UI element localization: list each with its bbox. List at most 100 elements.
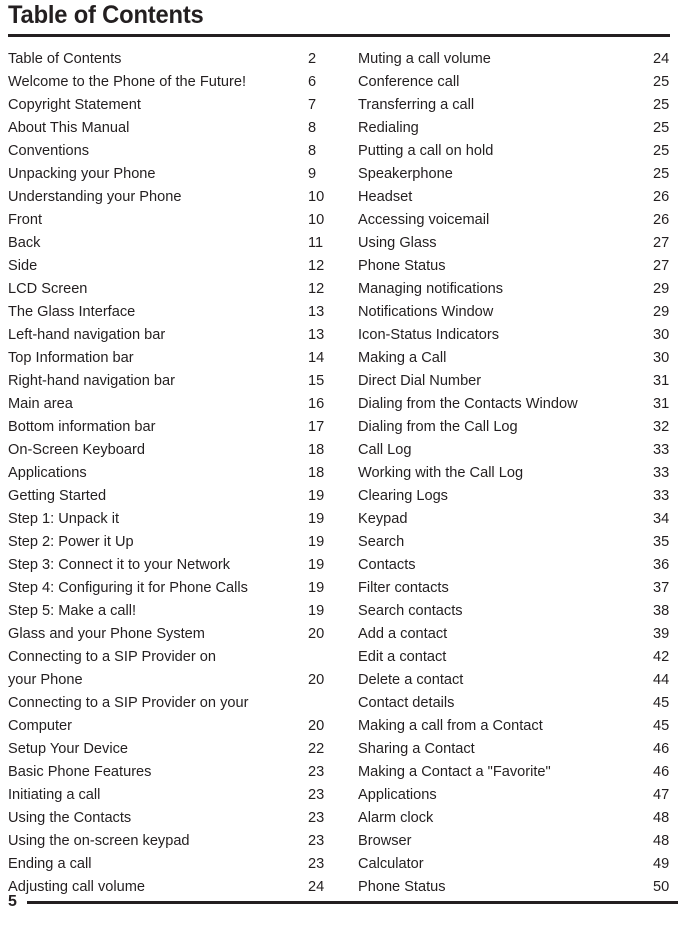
toc-entry[interactable]: Connecting to a SIP Provider on xyxy=(8,645,358,668)
toc-entry[interactable]: Search 35 xyxy=(358,530,670,553)
toc-entry[interactable]: Managing notifications 29 xyxy=(358,277,670,300)
toc-entry[interactable]: Using Glass 27 xyxy=(358,231,670,254)
toc-entry[interactable]: Alarm clock 48 xyxy=(358,806,670,829)
toc-entry[interactable]: Headset 26 xyxy=(358,185,670,208)
toc-entry[interactable]: Setup Your Device 22 xyxy=(8,737,358,760)
toc-entry[interactable]: Glass and your Phone System 20 xyxy=(8,622,358,645)
toc-entry[interactable]: Step 2: Power it Up 19 xyxy=(8,530,358,553)
toc-entry[interactable]: Working with the Call Log 33 xyxy=(358,461,670,484)
toc-entry[interactable]: Welcome to the Phone of the Future! 6 xyxy=(8,70,358,93)
toc-entry[interactable]: Step 5: Make a call! 19 xyxy=(8,599,358,622)
toc-entry-label: Add a contact xyxy=(358,625,448,642)
toc-entry[interactable]: Accessing voicemail 26 xyxy=(358,208,670,231)
toc-entry[interactable]: Dialing from the Call Log 32 xyxy=(358,415,670,438)
toc-entry[interactable]: On-Screen Keyboard 18 xyxy=(8,438,358,461)
toc-entry[interactable]: Step 1: Unpack it 19 xyxy=(8,507,358,530)
toc-entry-label: Edit a contact xyxy=(358,648,447,665)
toc-entry[interactable]: Left-hand navigation bar 13 xyxy=(8,323,358,346)
toc-entry[interactable]: Top Information bar 14 xyxy=(8,346,358,369)
toc-entry-label: Welcome to the Phone of the Future! xyxy=(8,73,247,90)
toc-entry[interactable]: About This Manual 8 xyxy=(8,116,358,139)
toc-entry-page-number: 18 xyxy=(308,441,325,458)
toc-entry[interactable]: Icon-Status Indicators 30 xyxy=(358,323,670,346)
toc-entry[interactable]: Computer 20 xyxy=(8,714,358,737)
toc-entry-page-number: 27 xyxy=(653,234,670,251)
toc-entry[interactable]: Browser 48 xyxy=(358,829,670,852)
toc-entry[interactable]: Add a contact 39 xyxy=(358,622,670,645)
toc-entry-page-number: 31 xyxy=(653,372,670,389)
toc-entry[interactable]: Basic Phone Features 23 xyxy=(8,760,358,783)
toc-entry-label: Using Glass xyxy=(358,234,437,251)
toc-entry[interactable]: Phone Status 27 xyxy=(358,254,670,277)
toc-entry[interactable]: Contact details 45 xyxy=(358,691,670,714)
toc-entry-page-number: 45 xyxy=(653,717,670,734)
toc-entry[interactable]: Call Log 33 xyxy=(358,438,670,461)
toc-entry-page-number: 33 xyxy=(653,441,670,458)
toc-entry-page-number: 23 xyxy=(308,832,325,849)
toc-entry-label: Phone Status xyxy=(358,257,446,274)
toc-entry[interactable]: The Glass Interface 13 xyxy=(8,300,358,323)
toc-entry-label: Computer xyxy=(8,717,73,734)
toc-entry[interactable]: Table of Contents 2 xyxy=(8,47,358,70)
toc-entry-page-number: 25 xyxy=(653,73,670,90)
toc-entry[interactable]: Applications 18 xyxy=(8,461,358,484)
toc-entry[interactable]: Clearing Logs 33 xyxy=(358,484,670,507)
toc-entry-label: Filter contacts xyxy=(358,579,449,596)
toc-entry[interactable]: Step 3: Connect it to your Network 19 xyxy=(8,553,358,576)
toc-entry[interactable]: Speakerphone 25 xyxy=(358,162,670,185)
toc-entry[interactable]: Putting a call on hold 25 xyxy=(358,139,670,162)
toc-entry[interactable]: Using the on-screen keypad 23 xyxy=(8,829,358,852)
toc-entry-page-number: 33 xyxy=(653,487,670,504)
toc-entry[interactable]: Muting a call volume 24 xyxy=(358,47,670,70)
toc-entry[interactable]: Filter contacts 37 xyxy=(358,576,670,599)
toc-entry-label: Copyright Statement xyxy=(8,96,141,113)
toc-entry-page-number: 48 xyxy=(653,809,670,826)
toc-entry[interactable]: Calculator 49 xyxy=(358,852,670,875)
toc-entry[interactable]: Making a call from a Contact 45 xyxy=(358,714,670,737)
toc-entry-label: Direct Dial Number xyxy=(358,372,482,389)
toc-entry[interactable]: Making a Call 30 xyxy=(358,346,670,369)
toc-entry[interactable]: Conference call 25 xyxy=(358,70,670,93)
toc-entry[interactable]: Understanding your Phone 10 xyxy=(8,185,358,208)
toc-entry[interactable]: Redialing 25 xyxy=(358,116,670,139)
toc-entry[interactable]: Main area 16 xyxy=(8,392,358,415)
folio-number: 5 xyxy=(8,893,17,910)
toc-entry[interactable]: Edit a contact 42 xyxy=(358,645,670,668)
toc-entry[interactable]: Using the Contacts 23 xyxy=(8,806,358,829)
toc-entry[interactable]: Keypad 34 xyxy=(358,507,670,530)
toc-entry[interactable]: Connecting to a SIP Provider on your xyxy=(8,691,358,714)
toc-entry[interactable]: Side 12 xyxy=(8,254,358,277)
toc-entry-label: Setup Your Device xyxy=(8,740,128,757)
toc-entry[interactable]: Initiating a call 23 xyxy=(8,783,358,806)
toc-entry[interactable]: your Phone 20 xyxy=(8,668,358,691)
toc-entry[interactable]: Making a Contact a "Favorite" 46 xyxy=(358,760,670,783)
toc-entry[interactable]: Back 11 xyxy=(8,231,358,254)
toc-entry[interactable]: Copyright Statement 7 xyxy=(8,93,358,116)
toc-entry-label: Back xyxy=(8,234,41,251)
toc-entry[interactable]: Step 4: Configuring it for Phone Calls 19 xyxy=(8,576,358,599)
toc-entry[interactable]: Unpacking your Phone 9 xyxy=(8,162,358,185)
toc-entry[interactable]: Right-hand navigation bar 15 xyxy=(8,369,358,392)
toc-entry-page-number: 33 xyxy=(653,464,670,481)
toc-entry[interactable]: Direct Dial Number 31 xyxy=(358,369,670,392)
toc-entry[interactable]: Getting Started 19 xyxy=(8,484,358,507)
toc-entry-label: Making a Contact a "Favorite" xyxy=(358,763,551,780)
toc-entry[interactable]: Conventions 8 xyxy=(8,139,358,162)
toc-entry-label: Putting a call on hold xyxy=(358,142,494,159)
toc-entry[interactable]: Search contacts 38 xyxy=(358,599,670,622)
toc-entry[interactable]: Transferring a call 25 xyxy=(358,93,670,116)
toc-entry[interactable]: Delete a contact 44 xyxy=(358,668,670,691)
toc-entry[interactable]: LCD Screen 12 xyxy=(8,277,358,300)
toc-entry-label: Managing notifications xyxy=(358,280,504,297)
toc-entry[interactable]: Bottom information bar 17 xyxy=(8,415,358,438)
toc-entry[interactable]: Front 10 xyxy=(8,208,358,231)
toc-entry[interactable]: Applications 47 xyxy=(358,783,670,806)
toc-entry-label: Headset xyxy=(358,188,413,205)
toc-entry[interactable]: Contacts 36 xyxy=(358,553,670,576)
toc-entry[interactable]: Ending a call 23 xyxy=(8,852,358,875)
toc-entry[interactable]: Sharing a Contact 46 xyxy=(358,737,670,760)
toc-entry[interactable]: Notifications Window 29 xyxy=(358,300,670,323)
toc-entry[interactable]: Dialing from the Contacts Window 31 xyxy=(358,392,670,415)
toc-entry-label: Step 4: Configuring it for Phone Calls xyxy=(8,579,248,596)
toc-entry-page-number: 8 xyxy=(308,119,317,136)
